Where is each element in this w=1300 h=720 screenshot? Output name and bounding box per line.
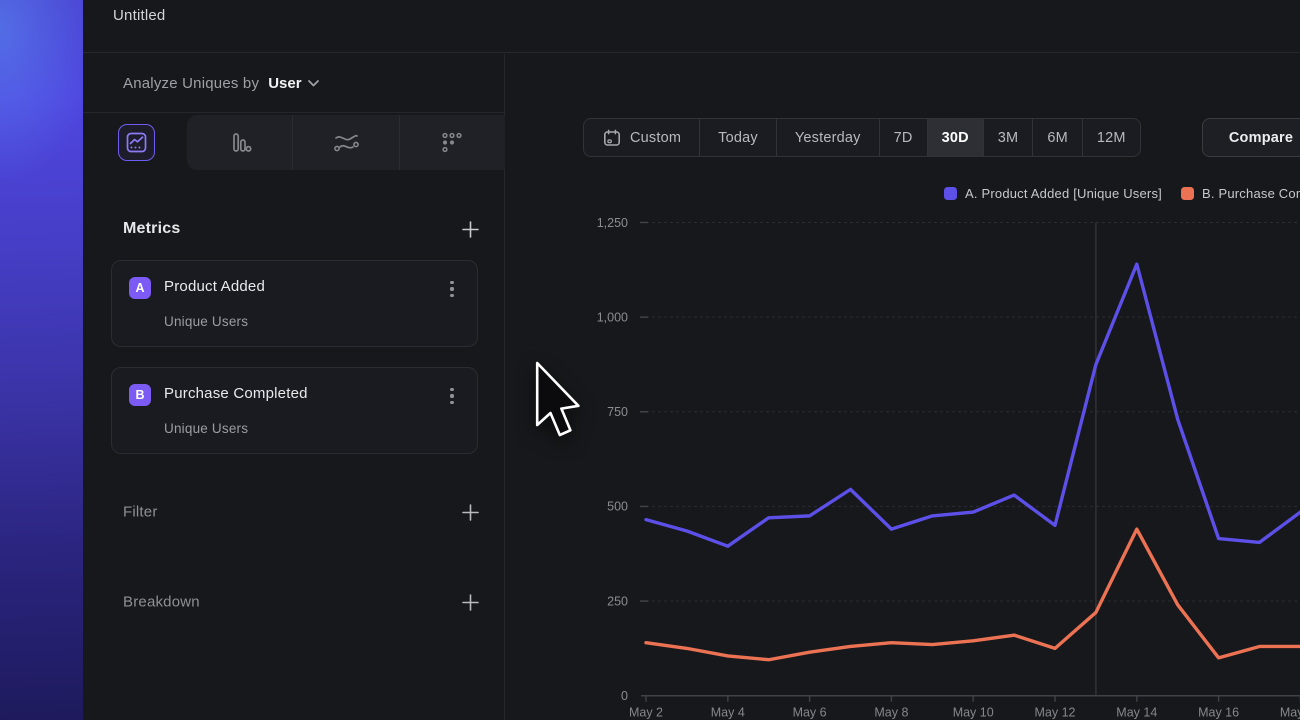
line-chart-icon — [126, 132, 147, 153]
add-metric-button[interactable] — [459, 218, 481, 240]
metrics-section-header: Metrics — [83, 211, 504, 247]
metric-card-a[interactable]: A Product Added Unique Users — [111, 260, 478, 347]
metric-badge-b: B — [129, 384, 151, 406]
bar-chart-icon — [227, 130, 253, 156]
metric-badge-a: A — [129, 277, 151, 299]
svg-text:May 12: May 12 — [1035, 706, 1076, 720]
tab-retention[interactable] — [399, 115, 505, 170]
plus-icon — [461, 503, 480, 522]
filter-label: Filter — [123, 504, 158, 521]
svg-text:750: 750 — [607, 405, 628, 419]
retention-grid-icon — [439, 130, 465, 156]
filter-section-header: Filter — [83, 494, 504, 530]
svg-text:1,000: 1,000 — [597, 310, 628, 324]
flow-icon — [332, 130, 360, 156]
range-button-today[interactable]: Today — [699, 119, 776, 156]
breakdown-section-header: Breakdown — [83, 584, 504, 620]
metric-title: Product Added — [164, 278, 265, 295]
range-button-7d[interactable]: 7D — [879, 119, 927, 156]
query-builder-panel: Analyze Uniques by User — [83, 54, 505, 720]
range-button-custom[interactable]: Custom — [584, 119, 699, 156]
chart-type-tab-strip — [187, 115, 505, 170]
chart-panel: 0 250 500 750 1,000 1,250 May 2 May 4 May 6 May 8… — [505, 54, 1300, 720]
range-button-12m[interactable]: 12M — [1082, 119, 1140, 156]
metric-title: Purchase Completed — [164, 385, 308, 402]
legend-label: A. Product Added [Unique Users] — [965, 186, 1162, 201]
add-filter-button[interactable] — [459, 501, 481, 523]
svg-text:May 18: May 18 — [1280, 706, 1300, 720]
analyze-label: Analyze Uniques by — [123, 75, 259, 92]
tab-flow[interactable] — [292, 115, 398, 170]
calendar-icon — [602, 128, 622, 148]
tab-line-chart[interactable] — [118, 124, 155, 161]
breakdown-label: Breakdown — [123, 594, 200, 611]
decorative-gradient-strip — [0, 0, 83, 720]
svg-text:1,250: 1,250 — [597, 216, 628, 230]
legend-swatch — [944, 187, 957, 200]
plus-icon — [461, 220, 480, 239]
analyze-header: Analyze Uniques by User — [83, 54, 504, 113]
svg-text:0: 0 — [621, 689, 628, 703]
date-range-selector: CustomTodayYesterday7D30D3M6M12M — [583, 118, 1141, 157]
line-chart[interactable]: 0 250 500 750 1,000 1,250 May 2 May 4 May 6 May 8… — [505, 0, 1300, 720]
legend-swatch — [1181, 187, 1194, 200]
metric-menu-button[interactable] — [443, 279, 461, 299]
tab-bar-chart[interactable] — [187, 115, 292, 170]
svg-text:May 16: May 16 — [1198, 706, 1239, 720]
range-button-3m[interactable]: 3M — [983, 119, 1033, 156]
add-breakdown-button[interactable] — [459, 591, 481, 613]
range-button-30d[interactable]: 30D — [927, 119, 983, 156]
svg-text:250: 250 — [607, 594, 628, 608]
svg-text:May 4: May 4 — [711, 706, 745, 720]
mouse-cursor — [535, 361, 581, 439]
svg-text:May 2: May 2 — [629, 706, 663, 720]
metric-card-b[interactable]: B Purchase Completed Unique Users — [111, 367, 478, 454]
analyze-by-dropdown[interactable]: User — [268, 75, 318, 92]
report-title[interactable]: Untitled — [113, 7, 165, 24]
compare-button[interactable]: Compare — [1202, 118, 1300, 157]
svg-text:May 8: May 8 — [874, 706, 908, 720]
metric-menu-button[interactable] — [443, 386, 461, 406]
range-button-yesterday[interactable]: Yesterday — [776, 119, 879, 156]
metric-measure[interactable]: Unique Users — [164, 314, 248, 329]
svg-text:May 10: May 10 — [953, 706, 994, 720]
plus-icon — [461, 593, 480, 612]
legend-item[interactable]: A. Product Added [Unique Users] — [944, 186, 1162, 201]
metric-measure[interactable]: Unique Users — [164, 421, 248, 436]
svg-text:500: 500 — [607, 500, 628, 514]
range-button-6m[interactable]: 6M — [1032, 119, 1082, 156]
legend-item[interactable]: B. Purchase Completed [Unique Users] — [1181, 186, 1300, 201]
app-window: { "window": { "title": "Untitled" }, "le… — [0, 0, 1300, 720]
chart-legend: A. Product Added [Unique Users] B. Purcha… — [944, 186, 1300, 201]
legend-label: B. Purchase Completed [Unique Users] — [1202, 186, 1300, 201]
svg-text:May 14: May 14 — [1116, 706, 1157, 720]
metrics-label: Metrics — [123, 220, 180, 238]
chevron-down-icon — [308, 80, 319, 87]
svg-text:May 6: May 6 — [793, 706, 827, 720]
